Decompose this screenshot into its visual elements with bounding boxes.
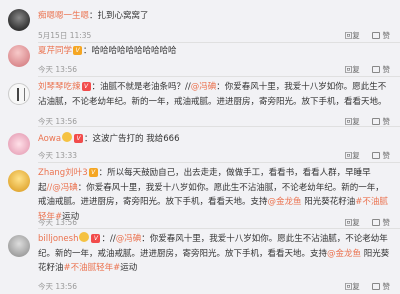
divider [38, 76, 400, 77]
like-button[interactable]: 赞 [372, 31, 390, 40]
comment-actions: 回复 赞 [335, 30, 390, 41]
thumbs-up-icon [372, 66, 381, 73]
thumbs-up-icon [372, 118, 381, 125]
avatar[interactable] [8, 9, 30, 31]
timestamp: 今天 13:56 [38, 65, 77, 74]
reply-button[interactable]: 回复 [345, 151, 360, 160]
username[interactable]: 刘琴琴吃辣 [38, 82, 81, 92]
timestamp: 今天 13:33 [38, 151, 77, 160]
thumbs-up-icon [372, 219, 381, 226]
avatar[interactable] [8, 235, 30, 257]
username[interactable]: Zhang刘叶3 [38, 168, 88, 178]
avatar[interactable] [8, 133, 30, 155]
comment-text: 油腻不就是老油条吗？// [100, 82, 191, 92]
avatar[interactable] [8, 83, 30, 105]
thumbs-up-icon [372, 152, 381, 159]
divider [38, 126, 400, 127]
mention-link[interactable]: @金龙鱼 [268, 197, 302, 207]
vip-badge-icon: V [73, 46, 83, 55]
like-button[interactable]: 赞 [372, 218, 390, 227]
mention-link[interactable]: @冯碘 [191, 82, 217, 92]
thumbs-up-icon [372, 283, 381, 290]
divider [38, 162, 400, 163]
avatar[interactable] [8, 45, 30, 67]
badge-icon [79, 232, 90, 242]
username[interactable]: 痴嗯嗯一生嗯 [38, 11, 89, 21]
username[interactable]: billjonesh [38, 234, 78, 244]
mention-link[interactable]: @金龙鱼 [327, 249, 361, 259]
username[interactable]: Aowa [38, 134, 61, 144]
reply-button[interactable]: 回复 [345, 218, 360, 227]
timestamp: 今天 13:56 [38, 218, 77, 227]
reply-button[interactable]: 回复 [345, 65, 360, 74]
thumbs-up-icon [372, 32, 381, 39]
timestamp: 5月15日 11:35 [38, 31, 92, 40]
vip-badge-icon: V [91, 234, 101, 243]
comment-text: 扎到心窝窝了 [97, 11, 149, 21]
comment-text: 阳光葵花籽油 [304, 197, 356, 207]
reply-button[interactable]: 回复 [345, 282, 360, 291]
badge-icon [62, 132, 73, 142]
like-button[interactable]: 赞 [372, 117, 390, 126]
like-button[interactable]: 赞 [372, 282, 390, 291]
comment-text: 哈哈哈哈哈哈哈哈哈哈 [91, 46, 177, 56]
divider [38, 228, 400, 229]
vip-badge-icon: V [88, 168, 98, 177]
comment-actions: 回复 赞 [335, 64, 390, 75]
like-button[interactable]: 赞 [372, 65, 390, 74]
reply-button[interactable]: 回复 [345, 117, 360, 126]
comment-actions: 回复 赞 [335, 217, 390, 228]
vip-badge-icon: V [81, 82, 91, 91]
comment-text: 这波广告打的 我给666 [92, 134, 180, 144]
username[interactable]: 夏芹同学 [38, 46, 72, 56]
vip-badge-icon: V [74, 134, 84, 143]
reply-button[interactable]: 回复 [345, 31, 360, 40]
timestamp: 今天 13:56 [38, 282, 77, 291]
comment-actions: 回复 赞 [335, 150, 390, 161]
divider [38, 42, 400, 43]
mention-link[interactable]: //@冯碘 [47, 183, 78, 193]
avatar[interactable] [8, 170, 30, 192]
like-button[interactable]: 赞 [372, 151, 390, 160]
hashtag-link[interactable]: #不油腻轻年# [64, 263, 121, 273]
comment-text: 运动 [120, 263, 138, 273]
comment-actions: 回复 赞 [335, 281, 390, 292]
mention-link[interactable]: @冯碘 [116, 234, 142, 244]
